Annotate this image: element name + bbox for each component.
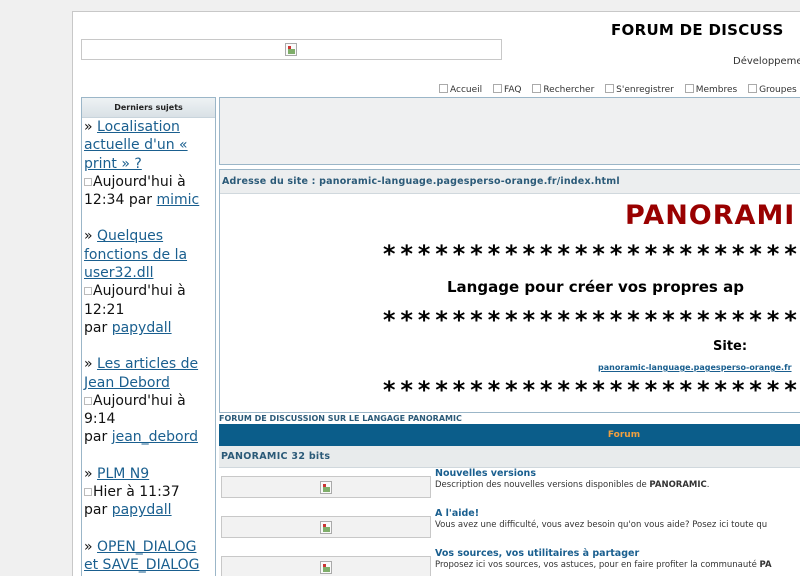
ad-box [219, 97, 800, 165]
tagline: Langage pour créer vos propres ap [447, 278, 744, 296]
topic-bullet: » [84, 356, 93, 373]
forum-caption[interactable]: FORUM DE DISCUSSION SUR LE LANGAGE PANOR… [219, 414, 462, 423]
post-icon [84, 177, 92, 186]
broken-image-icon [320, 521, 332, 534]
panoramic-brand: PANORAMI [625, 200, 796, 231]
banner-image-frame[interactable] [81, 39, 502, 60]
topic-bullet: » [84, 465, 93, 482]
nav-rechercher[interactable]: Rechercher [532, 84, 594, 95]
post-icon [84, 287, 92, 296]
forum-row: Nouvelles versions Description des nouve… [219, 468, 800, 508]
forum-name-link[interactable]: A l'aide! [435, 508, 479, 519]
nav-enregistrer[interactable]: S'enregistrer [605, 84, 674, 95]
register-icon [605, 84, 615, 93]
stars-line: ***************************** [382, 240, 800, 268]
forum-column-label: Forum [607, 430, 641, 440]
forum-subtitle: Développemen [733, 56, 800, 67]
topic-bullet: » [84, 119, 93, 135]
topic-link[interactable]: OPEN_DIALOG et SAVE_DIALOG [84, 539, 199, 573]
forum-column-header: Forum [219, 424, 800, 446]
topic-link[interactable]: Localisation actuelle d'un « print » ? [84, 119, 188, 172]
topic-bullet: » [84, 228, 93, 245]
groups-icon [748, 84, 758, 93]
site-info-box: Adresse du site : panoramic-language.pag… [219, 169, 800, 413]
sidebar-title: Derniers sujets [82, 98, 215, 118]
broken-image-icon [320, 561, 332, 574]
members-icon [684, 84, 694, 93]
broken-image-icon [285, 43, 297, 56]
topic-by: par [84, 502, 108, 519]
topic-item: » OPEN_DIALOG et SAVE_DIALOG [82, 538, 215, 575]
topic-item: » PLM N9 Hier à 11:37 par papydall [82, 465, 215, 520]
forum-name-link[interactable]: Vos sources, vos utilitaires à partager [435, 548, 639, 559]
topic-author-link[interactable]: papydall [112, 502, 172, 518]
site-address: Adresse du site : panoramic-language.pag… [220, 170, 800, 194]
forum-description: Proposez ici vos sources, vos astuces, p… [435, 560, 772, 570]
stars-line: ***************************** [382, 306, 800, 334]
topic-item: » Les articles de Jean Debord Aujourd'hu… [82, 355, 215, 446]
forum-title: FORUM DE DISCUSS [611, 21, 784, 39]
topic-link[interactable]: Les articles de Jean Debord [84, 356, 198, 390]
forum-icon-frame [221, 516, 431, 538]
topic-bullet: » [84, 538, 93, 555]
home-icon [439, 84, 448, 93]
topic-link[interactable]: Quelques fonctions de la user32.dll [84, 228, 187, 281]
topic-by: par [84, 429, 108, 446]
post-icon [84, 396, 92, 405]
faq-icon [493, 84, 503, 93]
topic-link[interactable]: PLM N9 [97, 466, 149, 482]
topic-by: par [128, 192, 153, 209]
topic-item: » Localisation actuelle d'un « print » ?… [82, 118, 215, 209]
topic-by: par [84, 319, 108, 336]
main-nav: Accueil FAQ Rechercher S'enregistrer Mem… [439, 84, 800, 95]
nav-accueil[interactable]: Accueil [439, 84, 482, 95]
forum-name-link[interactable]: Nouvelles versions [435, 468, 536, 479]
forum-page: FORUM DE DISCUSS Développemen Accueil FA… [72, 11, 800, 576]
forum-row: A l'aide! Vous avez une difficulté, vous… [219, 508, 800, 548]
forum-row: Vos sources, vos utilitaires à partager … [219, 548, 800, 576]
forum-icon-frame [221, 476, 431, 498]
nav-membres[interactable]: Membres [684, 84, 737, 95]
nav-faq[interactable]: FAQ [493, 84, 521, 95]
topic-author-link[interactable]: mimic [157, 192, 200, 208]
topic-author-link[interactable]: jean_debord [112, 429, 198, 445]
broken-image-icon [320, 481, 332, 494]
forum-icon-frame [221, 556, 431, 576]
forum-description: Vous avez une difficulté, vous avez beso… [435, 520, 768, 530]
topic-date: Aujourd'hui à 12:21 [84, 283, 186, 318]
category-row[interactable]: PANORAMIC 32 bits [219, 446, 800, 468]
topic-date: Aujourd'hui à 9:14 [84, 392, 186, 428]
post-icon [84, 488, 92, 497]
topic-item: » Quelques fonctions de la user32.dll Au… [82, 227, 215, 337]
topic-date: Hier à 11:37 [93, 484, 180, 501]
site-label: Site: [713, 339, 748, 354]
nav-groupes[interactable]: Groupes [748, 84, 797, 95]
search-icon [532, 84, 542, 93]
site-link[interactable]: panoramic-language.pagesperso-orange.fr [598, 363, 792, 372]
latest-topics-sidebar: Derniers sujets » Localisation actuelle … [81, 97, 216, 576]
topic-author-link[interactable]: papydall [112, 320, 172, 336]
forum-description: Description des nouvelles versions dispo… [435, 480, 710, 490]
stars-line: ***************************** [382, 376, 800, 404]
